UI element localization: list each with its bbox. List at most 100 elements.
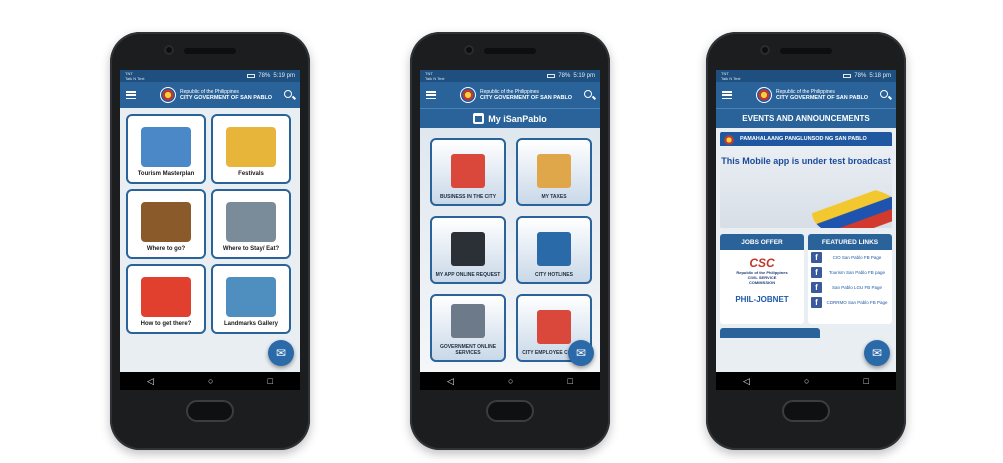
- phone-request-icon: [451, 232, 485, 266]
- section-title: My iSanPablo: [420, 108, 600, 128]
- menu-icon[interactable]: [126, 91, 136, 99]
- mail-icon: ✉: [871, 346, 883, 360]
- phone-frame-2: TNT Talk N Text 78% 5:19 pm Republic of th…: [410, 32, 610, 450]
- tile-my-app-online-request[interactable]: MY APP ONLINE REQUEST: [430, 216, 506, 284]
- status-bar: TNT Talk N Text 78% 5:19 pm: [420, 70, 600, 82]
- link-item[interactable]: f Tourism San Pablo FB page: [808, 265, 892, 280]
- nav-bar: ◁ ○ □: [716, 372, 896, 390]
- gallery-icon: [226, 277, 276, 317]
- facebook-icon: f: [811, 297, 822, 308]
- recent-apps-icon[interactable]: □: [268, 376, 273, 386]
- back-icon[interactable]: ◁: [743, 376, 750, 387]
- app-bar: Republic of the Philippines CITY GOVERMEN…: [120, 82, 300, 108]
- app-bar: Republic of the Philippines CITY GOVERMEN…: [420, 82, 600, 108]
- next-section-header: [720, 328, 820, 338]
- flag-graphic: [812, 188, 892, 228]
- carrier: TNT Talk N Text: [721, 71, 741, 81]
- building-icon: [451, 154, 485, 188]
- status-bar: TNT Talk N Text 78% 5:19 pm: [120, 70, 300, 82]
- map-pin-icon: [141, 277, 191, 317]
- recent-apps-icon[interactable]: □: [568, 376, 573, 386]
- home-icon: [473, 113, 485, 124]
- facebook-icon: f: [811, 282, 822, 293]
- carrier: TNT Talk N Text: [125, 71, 145, 81]
- back-icon[interactable]: ◁: [147, 376, 154, 387]
- home-button[interactable]: [186, 400, 234, 422]
- phone-frame-3: TNT Talk N Text 78% 5:18 pm Republic of th…: [706, 32, 906, 450]
- tile-landmarks-gallery[interactable]: Landmarks Gallery: [211, 264, 291, 334]
- status-bar: TNT Talk N Text 78% 5:18 pm: [716, 70, 896, 82]
- tile-city-hotlines[interactable]: CITY HOTLINES: [516, 216, 592, 284]
- nav-bar: ◁ ○ □: [120, 372, 300, 390]
- telephone-icon: [537, 232, 571, 266]
- government-building-icon: [451, 304, 485, 338]
- phone-frame-1: TNT Talk N Text 78% 5:19 pm Republic of th…: [110, 32, 310, 450]
- battery-icon: [547, 74, 556, 78]
- screen-events: TNT Talk N Text 78% 5:18 pm Republic of th…: [716, 70, 896, 390]
- tile-where-to-go[interactable]: Where to go?: [126, 189, 206, 259]
- battery-icon: [843, 74, 852, 78]
- menu-icon[interactable]: [722, 91, 732, 99]
- mail-icon: ✉: [575, 346, 587, 360]
- house-icon: [226, 202, 276, 242]
- employee-icon: [537, 310, 571, 344]
- event-message: This Mobile app is under test broadcast: [721, 156, 891, 166]
- back-icon[interactable]: ◁: [447, 376, 454, 387]
- header-line2: CITY GOVERMENT OF SAN PABLO: [480, 95, 573, 101]
- city-seal-logo: [460, 87, 476, 103]
- header-line2: CITY GOVERMENT OF SAN PABLO: [776, 95, 869, 101]
- city-seal-logo: [756, 87, 772, 103]
- link-item[interactable]: f CDRRMO San Pablo FB Page: [808, 295, 892, 310]
- section-title-text: My iSanPablo: [488, 113, 547, 124]
- screen-tourism: TNT Talk N Text 78% 5:19 pm Republic of th…: [120, 70, 300, 390]
- mail-fab[interactable]: ✉: [268, 340, 294, 366]
- home-button[interactable]: [486, 400, 534, 422]
- speaker: [484, 48, 536, 54]
- recent-apps-icon[interactable]: □: [864, 376, 869, 386]
- tile-government-online-services[interactable]: GOVERNMENT ONLINE SERVICES: [430, 294, 506, 362]
- search-icon[interactable]: [284, 90, 292, 98]
- camera: [164, 45, 174, 55]
- coconut-icon: [141, 202, 191, 242]
- featured-links-panel: FEATURED LINKS f CIO San Pablo FB Page fT…: [808, 234, 892, 324]
- tax-chart-icon: [537, 154, 571, 188]
- csc-logo[interactable]: CSC Republic of the Philippines CIVIL SE…: [734, 256, 790, 285]
- app-bar: Republic of the Philippines CITY GOVERMEN…: [716, 82, 896, 108]
- home-icon[interactable]: ○: [804, 376, 809, 386]
- tile-festivals[interactable]: Festivals: [211, 114, 291, 184]
- speaker: [780, 48, 832, 54]
- tile-where-to-stay[interactable]: Where to Stay/ Eat?: [211, 189, 291, 259]
- tile-business-in-the-city[interactable]: BUSINESS IN THE CITY: [430, 138, 506, 206]
- event-strip: PAMAHALAANG PANGLUNSOD NG SAN PABLO: [720, 132, 892, 146]
- mail-icon: ✉: [275, 346, 287, 360]
- jobs-offer-title: JOBS OFFER: [720, 234, 804, 250]
- city-seal-logo: [160, 87, 176, 103]
- event-banner[interactable]: PAMAHALAANG PANGLUNSOD NG SAN PABLO This…: [720, 132, 892, 228]
- home-icon[interactable]: ○: [508, 376, 513, 386]
- festival-icon: [226, 127, 276, 167]
- search-icon[interactable]: [584, 90, 592, 98]
- screen-my-isanpablo: TNT Talk N Text 78% 5:19 pm Republic of th…: [420, 70, 600, 390]
- home-icon[interactable]: ○: [208, 376, 213, 386]
- tile-my-taxes[interactable]: MY TAXES: [516, 138, 592, 206]
- camera: [464, 45, 474, 55]
- city-seal-logo: [723, 134, 735, 146]
- header-line2: CITY GOVERMENT OF SAN PABLO: [180, 95, 273, 101]
- philjobnet-logo[interactable]: PHIL-JOBNET: [720, 295, 804, 304]
- tile-tourism-masterplan[interactable]: Tourism Masterplan: [126, 114, 206, 184]
- home-button[interactable]: [782, 400, 830, 422]
- menu-icon[interactable]: [426, 91, 436, 99]
- battery-icon: [247, 74, 256, 78]
- link-item[interactable]: f San Pablo LGU FB Page: [808, 280, 892, 295]
- camera: [760, 45, 770, 55]
- facebook-icon: f: [811, 267, 822, 278]
- tile-how-to-get-there[interactable]: How to get there?: [126, 264, 206, 334]
- search-icon[interactable]: [880, 90, 888, 98]
- jobs-offer-panel: JOBS OFFER CSC Republic of the Philippin…: [720, 234, 804, 324]
- speaker: [184, 48, 236, 54]
- mail-fab[interactable]: ✉: [864, 340, 890, 366]
- nav-bar: ◁ ○ □: [420, 372, 600, 390]
- featured-links-title: FEATURED LINKS: [808, 234, 892, 250]
- mail-fab[interactable]: ✉: [568, 340, 594, 366]
- link-item[interactable]: f CIO San Pablo FB Page: [808, 250, 892, 265]
